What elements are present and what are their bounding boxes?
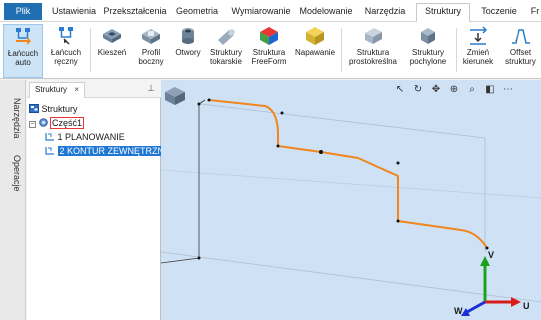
axis-w-label: W [454, 306, 463, 316]
ruled-structure-button[interactable]: Struktura prostokreślna [344, 24, 402, 78]
side-tab-narzedzia[interactable]: Narzędzia [4, 88, 22, 148]
tree-root[interactable]: Struktury [29, 103, 78, 116]
menu-modelowanie[interactable]: Modelowanie [296, 4, 356, 22]
menu-przeksztalcenia[interactable]: Przekształcenia [102, 4, 168, 22]
close-icon[interactable]: × [74, 83, 79, 97]
menu-bar: Plik Ustawienia Przekształcenia Geometri… [0, 0, 541, 23]
part-label: Część1 [50, 117, 85, 129]
ribbon-separator [90, 28, 91, 72]
menu-wymiarowanie[interactable]: Wymiarowanie [228, 4, 294, 22]
chain-manual-icon [59, 27, 73, 45]
axis-u-label: U [523, 301, 530, 311]
point-marker[interactable] [396, 161, 400, 165]
side-tabs: Narzędzia Operacje [0, 80, 26, 320]
axis-v-label: V [488, 250, 494, 260]
collapse-icon[interactable]: − [29, 121, 36, 128]
ribbon: Łańcuch auto Łańcuch ręczny Kieszeń Prof… [0, 22, 541, 79]
chain-manual-button[interactable]: Łańcuch ręczny [46, 24, 86, 78]
pin-icon[interactable]: ⊥ [147, 83, 155, 94]
axis-gizmo [461, 256, 521, 316]
point-marker[interactable] [319, 150, 323, 154]
offset-icon [511, 29, 530, 44]
structures-icon [29, 104, 39, 113]
viewport-toolbar: ↖ ↻ ✥ ⊕ ⌕ ◧ ⋯ [391, 82, 541, 100]
chain-auto-icon [16, 28, 32, 45]
grid-line [200, 103, 486, 139]
offset-button[interactable]: Offset struktury [500, 24, 541, 78]
inclined-structures-icon [421, 28, 435, 44]
stock-outline [161, 104, 200, 264]
menu-struktury[interactable]: Struktury [416, 3, 470, 23]
point-marker[interactable] [276, 144, 280, 148]
holes-button[interactable]: Otwory [171, 24, 205, 78]
point-marker[interactable] [197, 256, 201, 260]
rotate-icon[interactable]: ↻ [411, 82, 425, 98]
menu-toczenie[interactable]: Toczenie [476, 4, 522, 22]
cladding-icon [306, 27, 324, 45]
tree-part[interactable]: − Część1 [29, 117, 85, 130]
panel-header: Struktury × ⊥ [27, 80, 161, 98]
more-icon[interactable]: ⋯ [501, 82, 515, 98]
file-menu[interactable]: Plik [4, 3, 42, 20]
menu-fr[interactable]: Fr [528, 4, 541, 22]
chain-icon [45, 147, 54, 155]
change-direction-button[interactable]: Zmień kierunek [458, 24, 498, 78]
pan-icon[interactable]: ✥ [429, 82, 443, 98]
point-marker[interactable] [207, 98, 211, 102]
tab-struktury[interactable]: Struktury × [29, 82, 85, 98]
chain-auto-button[interactable]: Łańcuch auto [3, 24, 43, 78]
freeform-icon [260, 27, 278, 45]
point-marker[interactable] [280, 111, 284, 115]
side-tab-operacje[interactable]: Operacje [4, 148, 22, 198]
tree-item-planowanie[interactable]: 1 PLANOWANIE [45, 131, 125, 144]
holes-icon [182, 28, 194, 44]
zoom-in-icon[interactable]: ⊕ [447, 82, 461, 98]
point-marker[interactable] [197, 102, 201, 106]
change-direction-icon [470, 26, 488, 45]
pocket-button[interactable]: Kieszeń [94, 24, 130, 78]
zoom-icon[interactable]: ⌕ [465, 82, 479, 98]
part-icon [38, 118, 48, 127]
ribbon-separator [341, 28, 342, 72]
cursor-icon[interactable]: ↖ [393, 82, 407, 98]
chain-icon [45, 133, 54, 141]
ribbon-separator [456, 28, 457, 72]
grid-line [161, 169, 541, 199]
ruled-structure-icon [365, 28, 382, 44]
view-cube-icon[interactable] [165, 87, 185, 105]
menu-geometria[interactable]: Geometria [172, 4, 222, 22]
model-canvas[interactable]: V U W [161, 80, 541, 320]
freeform-button[interactable]: Struktura FreeForm [248, 24, 290, 78]
turning-structures-icon [218, 29, 235, 45]
structures-panel: Struktury × ⊥ Struktury − Część1 1 PLANO… [27, 80, 173, 320]
contour-path[interactable] [208, 99, 488, 249]
point-marker[interactable] [396, 219, 400, 223]
cladding-button[interactable]: Napawanie [292, 24, 338, 78]
menu-ustawienia[interactable]: Ustawienia [50, 4, 98, 22]
side-profile-button[interactable]: Profil boczny [132, 24, 170, 78]
view-cube-button-icon[interactable]: ◧ [483, 82, 497, 98]
tree-item-kontur[interactable]: 2 KONTUR ZEWNĘTRZNY [45, 145, 173, 158]
turning-structures-button[interactable]: Struktury tokarskie [206, 24, 246, 78]
graphics-viewport[interactable]: V U W ↖ ↻ ✥ ⊕ ⌕ ◧ ⋯ [161, 80, 541, 320]
side-profile-icon [142, 29, 160, 44]
inclined-structures-button[interactable]: Struktury pochylone [404, 24, 452, 78]
menu-narzedzia[interactable]: Narzędzia [360, 4, 410, 22]
pocket-icon [103, 29, 121, 43]
